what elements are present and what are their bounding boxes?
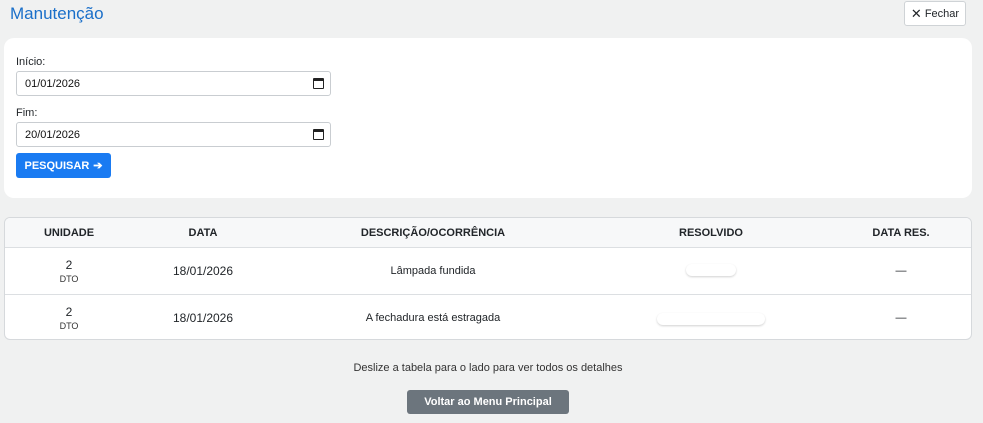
unit-type: DTO [59, 321, 79, 331]
search-button[interactable]: PESQUISAR ➔ [16, 153, 111, 178]
start-date-value: 01/01/2026 [25, 77, 81, 90]
table-row: 2 DTO 18/01/2026 Lâmpada fundida — [5, 248, 971, 294]
end-date-value: 20/01/2026 [25, 128, 81, 141]
table-header: UNIDADE DATA DESCRIÇÃO/OCORRÊNCIA RESOLV… [5, 218, 971, 248]
maintenance-table: UNIDADE DATA DESCRIÇÃO/OCORRÊNCIA RESOLV… [4, 217, 972, 340]
column-header-resolved-date: DATA RES. [872, 227, 930, 239]
scroll-hint: Deslize a tabela para o lado para ver to… [353, 362, 623, 374]
description-cell: A fechadura está estragada [365, 312, 501, 324]
resolved-date-cell: — [895, 312, 907, 324]
filter-panel: Início: 01/01/2026 Fim: 20/01/2026 PESQU… [4, 38, 972, 198]
column-header-resolved: RESOLVIDO [679, 227, 743, 239]
unit-type: DTO [59, 274, 79, 284]
unit-cell: 2 DTO [5, 295, 133, 339]
search-button-label: PESQUISAR [24, 159, 90, 172]
start-date-label: Início: [16, 56, 46, 68]
unit-number: 2 [65, 305, 73, 319]
resolved-cell [593, 295, 829, 339]
date-cell: 18/01/2026 [172, 264, 234, 278]
description-cell: Lâmpada fundida [390, 265, 476, 277]
column-header-date: DATA [188, 227, 218, 239]
unit-number: 2 [65, 258, 73, 272]
end-date-input[interactable]: 20/01/2026 [16, 122, 331, 147]
resolved-cell [593, 248, 829, 294]
unit-cell: 2 DTO [5, 248, 133, 294]
close-icon: ✕ [910, 6, 922, 21]
date-cell: 18/01/2026 [172, 311, 234, 325]
start-date-input[interactable]: 01/01/2026 [16, 71, 331, 96]
table-row: 2 DTO 18/01/2026 A fechadura está estrag… [5, 294, 971, 339]
back-to-menu-button[interactable]: Voltar ao Menu Principal [407, 390, 569, 414]
page-title: Manutenção [10, 4, 104, 23]
close-button-label: Fechar [924, 7, 960, 20]
resolved-toggle[interactable] [686, 264, 736, 276]
column-header-description: DESCRIÇÃO/OCORRÊNCIA [360, 227, 506, 239]
calendar-icon[interactable] [313, 129, 324, 140]
resolved-date-cell: — [895, 265, 907, 277]
resolved-toggle[interactable] [657, 313, 765, 325]
close-button[interactable]: ✕ Fechar [904, 1, 966, 26]
column-header-unit: UNIDADE [43, 227, 95, 239]
end-date-label: Fim: [16, 107, 38, 119]
calendar-icon[interactable] [313, 78, 324, 89]
arrow-right-icon: ➔ [93, 160, 103, 172]
